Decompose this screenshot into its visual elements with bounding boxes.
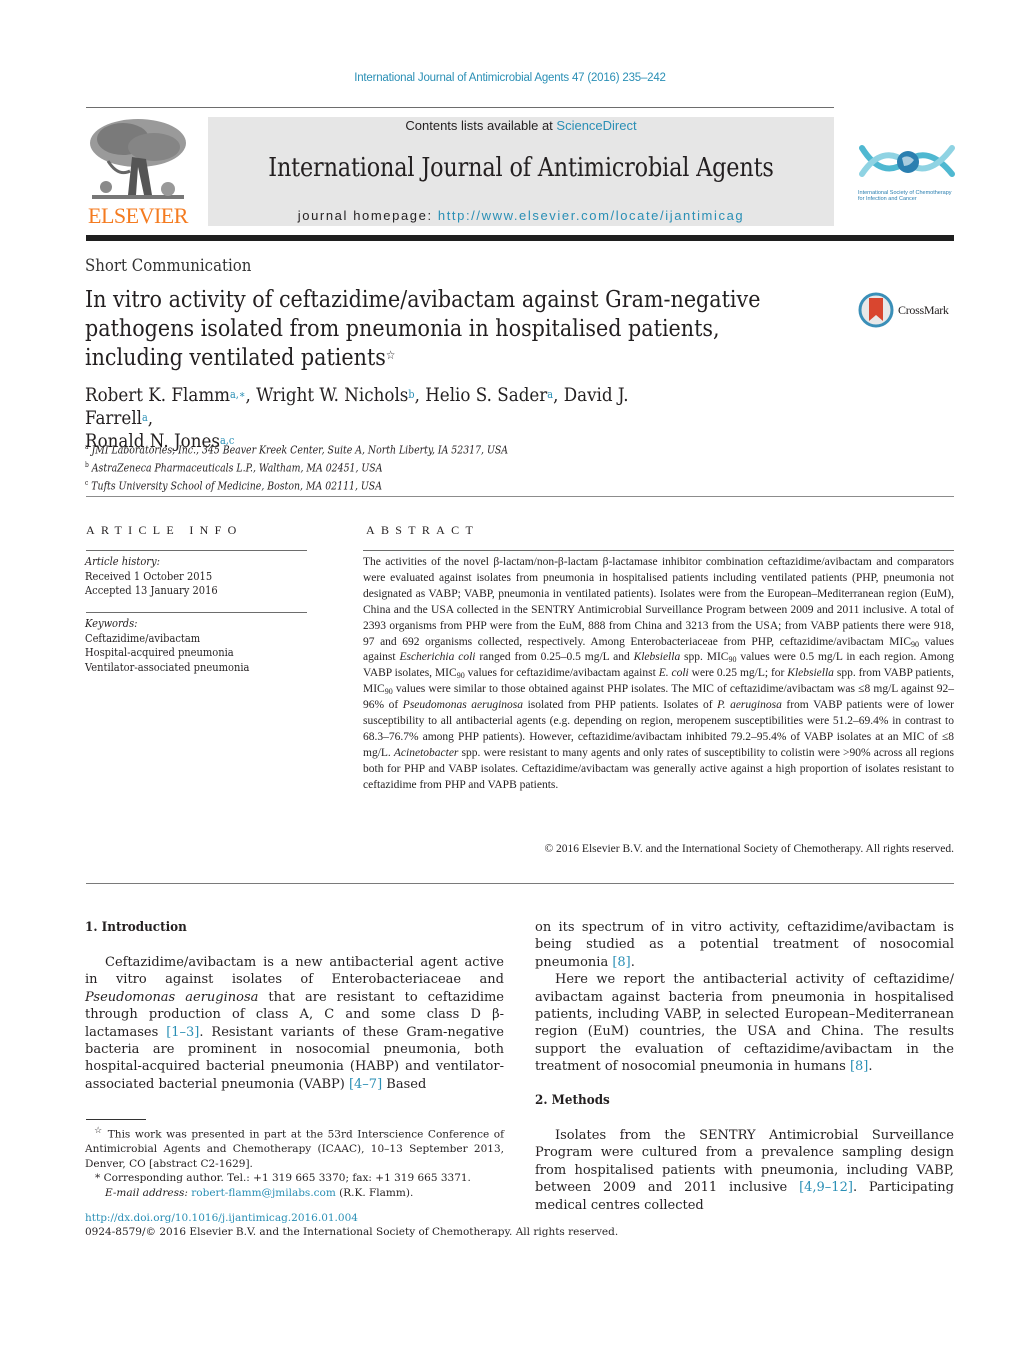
citation-link[interactable]: [8] xyxy=(850,1059,868,1074)
affiliation: a JMI Laboratories, Inc., 345 Beaver Kre… xyxy=(85,443,509,457)
society-subtitle: for Infection and Cancer xyxy=(858,196,917,202)
affiliation-list: a JMI Laboratories, Inc., 345 Beaver Kre… xyxy=(85,440,508,494)
accepted-date: Accepted 13 January 2016 xyxy=(85,584,218,597)
methods-paragraph-1: Isolates from the SENTRY Antimicrobial S… xyxy=(535,1128,954,1213)
crossmark-label: CrossMark xyxy=(898,302,949,317)
contents-prefix: Contents lists available at xyxy=(405,118,557,133)
contents-line: Contents lists available at ScienceDirec… xyxy=(208,118,834,133)
footnote-star-icon: ☆ xyxy=(94,1126,104,1136)
body-divider xyxy=(86,883,954,884)
sciencedirect-link[interactable]: ScienceDirect xyxy=(556,118,636,133)
abstract-divider xyxy=(363,550,954,551)
keyword: Ceftazidime/avibactam xyxy=(85,631,201,645)
received-date: Received 1 October 2015 xyxy=(85,569,213,583)
journal-citation-link[interactable]: International Journal of Antimicrobial A… xyxy=(0,72,1020,84)
corresponding-author-footnote: * Corresponding author. Tel.: +1 319 665… xyxy=(95,1172,471,1184)
abstract-copyright: © 2016 Elsevier B.V. and the Internation… xyxy=(544,843,954,855)
society-helix-icon xyxy=(859,145,955,177)
article-history: Article history: Received 1 October 2015… xyxy=(85,555,218,599)
issn-copyright: 0924-8579/© 2016 Elsevier B.V. and the I… xyxy=(85,1226,619,1238)
citation-link[interactable]: [8] xyxy=(612,955,630,970)
section-divider xyxy=(86,496,954,497)
society-logo[interactable]: International Society of Chemotherapy fo… xyxy=(858,140,958,204)
journal-title: International Journal of Antimicrobial A… xyxy=(268,153,774,183)
header-divider xyxy=(86,107,834,108)
title-footnote: ☆ This work was presented in part at the… xyxy=(85,1126,504,1170)
citation-link[interactable]: [1–3] xyxy=(166,1025,199,1040)
introduction-continued: on its spectrum of in vitro activity, ce… xyxy=(535,920,954,1075)
article-title-text: In vitro activity of ceftazidime/avibact… xyxy=(85,285,761,371)
article-info-heading: ARTICLE INFO xyxy=(86,523,243,537)
footnotes: ☆ This work was presented in part at the… xyxy=(85,1124,504,1200)
author[interactable]: Wright W. Nicholsb xyxy=(256,384,414,406)
keyword: Ventilator-associated pneumonia xyxy=(85,660,250,674)
introduction-paragraph-1: Ceftazidime/avibactam is a new antibacte… xyxy=(85,955,504,1092)
journal-masthead: Contents lists available at ScienceDirec… xyxy=(208,117,834,226)
crossmark-button[interactable]: CrossMark xyxy=(858,290,958,330)
methods-heading: 2. Methods xyxy=(535,1093,610,1108)
crossmark-icon xyxy=(858,292,894,328)
journal-homepage: journal homepage: http://www.elsevier.co… xyxy=(208,208,834,223)
introduction-heading: 1. Introduction xyxy=(85,920,187,935)
author[interactable]: Robert K. Flamma,∗ xyxy=(85,384,245,406)
asterisk-icon: * xyxy=(95,1172,101,1184)
article-title: In vitro activity of ceftazidime/avibact… xyxy=(85,285,789,372)
citation-link[interactable]: [4–7] xyxy=(349,1077,382,1092)
footnote-divider xyxy=(86,1119,146,1120)
article-info-divider xyxy=(86,550,307,551)
elsevier-wordmark: ELSEVIER xyxy=(88,203,188,228)
article-type: Short Communication xyxy=(85,256,252,276)
abstract-body: The activities of the novel β-lactam/non… xyxy=(363,556,954,791)
doi-link[interactable]: http://dx.doi.org/10.1016/j.ijantimicag.… xyxy=(85,1212,358,1224)
email-line: E-mail address: robert-flamm@jmilabs.com… xyxy=(105,1186,414,1199)
abstract-heading: ABSTRACT xyxy=(366,523,480,537)
keywords: Keywords: Ceftazidime/avibactam Hospital… xyxy=(85,617,249,675)
affiliation: c Tufts University School of Medicine, B… xyxy=(85,479,382,493)
keywords-label: Keywords: xyxy=(85,617,138,630)
author[interactable]: Helio S. Sadera xyxy=(425,384,553,406)
homepage-link[interactable]: http://www.elsevier.com/locate/ijantimic… xyxy=(438,208,744,223)
citation-link[interactable]: [4,9–12] xyxy=(799,1180,853,1195)
keywords-divider xyxy=(86,612,307,613)
elsevier-tree-icon xyxy=(88,117,188,201)
title-footnote-star-icon[interactable]: ☆ xyxy=(386,348,395,362)
keyword: Hospital-acquired pneumonia xyxy=(85,646,234,659)
affiliation: b AstraZeneca Pharmaceuticals L.P., Walt… xyxy=(85,461,383,475)
email-link[interactable]: robert-flamm@jmilabs.com xyxy=(191,1187,336,1199)
history-label: Article history: xyxy=(85,555,160,568)
masthead-bottom-bar xyxy=(86,235,954,241)
elsevier-logo[interactable]: ELSEVIER xyxy=(86,117,190,228)
introduction-paragraph-2: Here we report the antibacterial activit… xyxy=(535,972,954,1075)
homepage-label: journal homepage: xyxy=(297,208,438,223)
